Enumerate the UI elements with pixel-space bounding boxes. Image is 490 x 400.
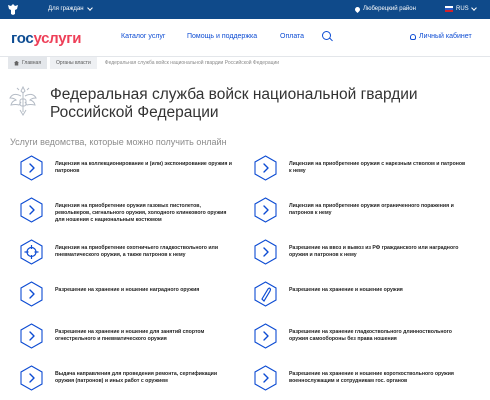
personal-cabinet-link[interactable]: Личный кабинет bbox=[410, 33, 472, 40]
breadcrumb: Главная Органы власти Федеральная служба… bbox=[8, 57, 279, 69]
chevron-right-icon bbox=[20, 323, 43, 349]
service-label: Лицензия на приобретение оружия газовых … bbox=[55, 203, 227, 223]
language-selector[interactable]: RUS bbox=[445, 5, 477, 12]
audience-label: Для граждан bbox=[48, 6, 84, 12]
chevron-right-icon bbox=[20, 365, 43, 391]
logo-part-gos: гос bbox=[11, 30, 34, 47]
service-label: Разрешение на ввоз и вывоз из РФ граждан… bbox=[289, 245, 459, 258]
service-item[interactable]: Лицензия на коллекционирование и (или) э… bbox=[20, 155, 235, 181]
service-label: Разрешение на хранение и ношение оружия bbox=[289, 287, 403, 293]
user-icon bbox=[410, 33, 416, 40]
chevron-down-icon bbox=[470, 5, 477, 11]
service-item[interactable]: Разрешение на хранение и ношение для зан… bbox=[20, 323, 235, 349]
location-pin-icon bbox=[353, 5, 362, 13]
breadcrumb-section-label: Органы власти bbox=[56, 60, 91, 66]
service-label: Разрешение на хранение и ношение коротко… bbox=[289, 371, 454, 384]
page-title: Федеральная служба войск национальной гв… bbox=[50, 86, 418, 121]
chevron-right-icon bbox=[254, 197, 277, 223]
region-selector[interactable]: Люберецкий район bbox=[353, 5, 416, 13]
service-item[interactable]: Лицензия на приобретение оружия газовых … bbox=[20, 197, 235, 224]
chevron-right-icon bbox=[254, 365, 277, 391]
breadcrumb-home[interactable]: Главная bbox=[8, 57, 48, 69]
bullet-icon bbox=[254, 281, 277, 307]
chevron-down-icon bbox=[86, 5, 93, 11]
logo-part-uslugi: услуги bbox=[33, 30, 82, 47]
chevron-right-icon bbox=[254, 323, 277, 349]
service-item[interactable]: Разрешение на хранение гладкоствольного … bbox=[254, 323, 469, 349]
service-label: Разрешение на хранение и ношение наградн… bbox=[55, 287, 200, 293]
crosshair-icon bbox=[20, 239, 43, 265]
service-item[interactable]: Разрешение на хранение и ношение оружия bbox=[254, 281, 469, 307]
service-item[interactable]: Лицензия на приобретение оружия ограниче… bbox=[254, 197, 469, 223]
gosuslugi-logo[interactable]: госуслуги bbox=[11, 30, 81, 47]
coat-of-arms-icon bbox=[9, 85, 37, 116]
service-item[interactable]: Лицензия на приобретение охотничьего гла… bbox=[20, 239, 235, 265]
breadcrumb-current: Федеральная служба войск национальной гв… bbox=[104, 60, 280, 66]
top-bar: Для граждан Люберецкий район RUS bbox=[0, 0, 490, 19]
service-item[interactable]: Лицензия на приобретение оружия с нарезн… bbox=[254, 155, 469, 181]
region-label: Люберецкий район bbox=[363, 6, 416, 12]
home-icon bbox=[14, 60, 19, 66]
language-label: RUS bbox=[456, 6, 469, 12]
service-item[interactable]: Выдача направления для проведения ремонт… bbox=[20, 365, 235, 391]
nav-catalog[interactable]: Каталог услуг bbox=[121, 33, 165, 40]
breadcrumb-section[interactable]: Органы власти bbox=[50, 57, 97, 69]
service-label: Лицензия на приобретение оружия с нарезн… bbox=[289, 161, 466, 174]
chevron-right-icon bbox=[254, 239, 277, 265]
search-icon[interactable] bbox=[322, 31, 331, 40]
service-item[interactable]: Разрешение на ввоз и вывоз из РФ граждан… bbox=[254, 239, 469, 265]
nav-help[interactable]: Помощь и поддержка bbox=[187, 33, 257, 40]
cabinet-label: Личный кабинет bbox=[419, 33, 472, 40]
service-label: Лицензия на приобретение оружия ограниче… bbox=[289, 203, 454, 216]
service-label: Разрешение на хранение гладкоствольного … bbox=[289, 329, 452, 342]
main-header: госуслуги Каталог услуг Помощь и поддерж… bbox=[0, 19, 490, 57]
breadcrumb-home-label: Главная bbox=[22, 60, 42, 66]
service-label: Выдача направления для проведения ремонт… bbox=[55, 371, 218, 384]
service-label: Лицензия на приобретение охотничьего гла… bbox=[55, 245, 219, 258]
chevron-right-icon bbox=[20, 197, 43, 223]
service-label: Лицензия на коллекционирование и (или) э… bbox=[55, 161, 232, 174]
chevron-right-icon bbox=[20, 281, 43, 307]
chevron-right-icon bbox=[254, 155, 277, 181]
audience-selector[interactable]: Для граждан bbox=[48, 5, 93, 12]
russia-flag-icon bbox=[445, 6, 453, 12]
page-subtitle: Услуги ведомства, которые можно получить… bbox=[10, 137, 227, 147]
service-label: Разрешение на хранение и ношение для зан… bbox=[55, 329, 205, 342]
chevron-right-icon bbox=[20, 155, 43, 181]
emblem-icon bbox=[8, 4, 18, 15]
nav-payment[interactable]: Оплата bbox=[280, 33, 304, 40]
service-item[interactable]: Разрешение на хранение и ношение наградн… bbox=[20, 281, 235, 307]
service-item[interactable]: Разрешение на хранение и ношение коротко… bbox=[254, 365, 469, 391]
